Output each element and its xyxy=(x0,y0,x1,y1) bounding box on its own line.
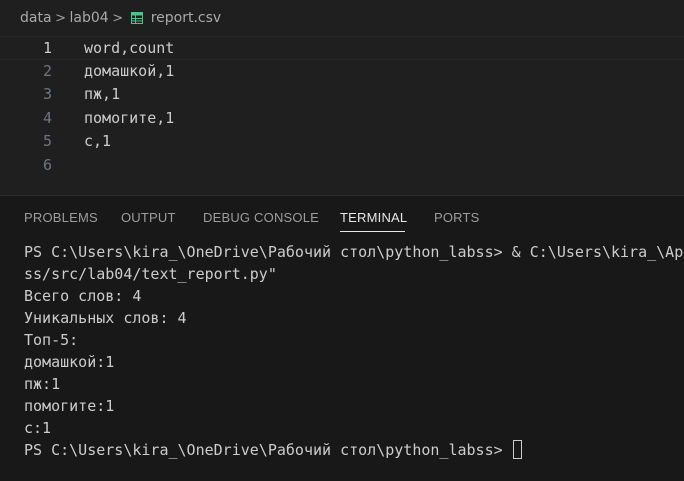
editor-line[interactable]: 1 word,count xyxy=(0,36,684,60)
terminal-prompt-line[interactable]: PS C:\Users\kira_\OneDrive\Рабочий стол\… xyxy=(24,439,684,461)
line-number: 1 xyxy=(42,39,52,57)
chevron-right-icon: > xyxy=(112,10,124,26)
editor-line[interactable]: 3 пж,1 xyxy=(0,83,684,107)
line-text: word,count xyxy=(84,39,175,57)
terminal-line: Уникальных слов: 4 xyxy=(24,309,187,327)
editor-line[interactable]: 6 xyxy=(0,154,684,178)
terminal-line: пж:1 xyxy=(24,375,61,393)
line-text: с,1 xyxy=(84,132,112,150)
line-number: 5 xyxy=(42,132,52,150)
tab-problems[interactable]: PROBLEMS xyxy=(24,210,98,225)
breadcrumb-item-data[interactable]: data xyxy=(20,10,52,26)
line-text: помогите,1 xyxy=(84,108,175,127)
terminal-cursor xyxy=(512,440,522,459)
editor-line[interactable]: 5 с,1 xyxy=(0,130,684,154)
terminal-output[interactable]: PS C:\Users\kira_\OneDrive\Рабочий стол\… xyxy=(24,241,684,461)
terminal-line: PS C:\Users\kira_\OneDrive\Рабочий стол\… xyxy=(24,243,684,261)
line-number: 6 xyxy=(42,155,52,174)
editor-line[interactable]: 2 домашкой,1 xyxy=(0,60,684,84)
panel-tabs: PROBLEMS OUTPUT DEBUG CONSOLE TERMINAL P… xyxy=(0,196,684,236)
editor-line[interactable]: 4 помогите,1 xyxy=(0,107,684,131)
code-editor[interactable]: 1 word,count 2 домашкой,1 3 пж,1 4 помог… xyxy=(0,36,684,194)
terminal-line: помогите:1 xyxy=(24,397,115,415)
vscode-window: data > lab04 > report.csv 1 word,count 2… xyxy=(0,0,684,481)
breadcrumb-item-lab04[interactable]: lab04 xyxy=(70,10,109,26)
tab-output[interactable]: OUTPUT xyxy=(121,210,176,225)
breadcrumb: data > lab04 > report.csv xyxy=(0,0,684,36)
line-number: 3 xyxy=(42,85,52,103)
terminal-line: ss/src/lab04/text_report.py" xyxy=(24,265,277,283)
tab-terminal[interactable]: TERMINAL xyxy=(340,210,407,225)
terminal-line: Топ-5: xyxy=(24,331,79,349)
terminal-prompt: PS C:\Users\kira_\OneDrive\Рабочий стол\… xyxy=(24,441,512,459)
table-icon xyxy=(130,12,143,24)
line-number: 2 xyxy=(42,61,52,80)
bottom-panel: PROBLEMS OUTPUT DEBUG CONSOLE TERMINAL P… xyxy=(0,195,684,481)
terminal-line: домашкой:1 xyxy=(24,353,115,371)
terminal-line: с:1 xyxy=(24,419,52,437)
tab-ports[interactable]: PORTS xyxy=(434,210,480,225)
terminal-line: Всего слов: 4 xyxy=(24,287,142,305)
active-tab-indicator xyxy=(340,231,405,232)
chevron-right-icon: > xyxy=(55,10,66,26)
tab-debug-console[interactable]: DEBUG CONSOLE xyxy=(203,210,319,225)
line-number: 4 xyxy=(42,108,52,127)
line-text: пж,1 xyxy=(84,85,121,103)
line-text: домашкой,1 xyxy=(84,61,175,80)
breadcrumb-item-file[interactable]: report.csv xyxy=(151,10,222,26)
